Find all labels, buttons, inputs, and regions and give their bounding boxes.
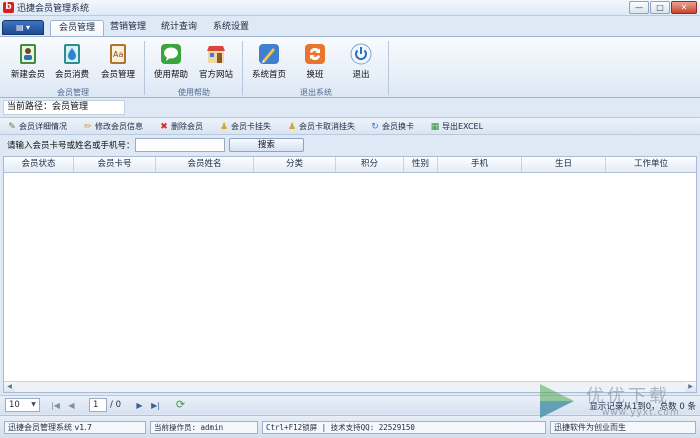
delete-icon: ✖ (160, 121, 168, 132)
member-manage-icon: Aa (110, 44, 126, 64)
maximize-button[interactable]: □ (650, 1, 670, 14)
new-member-button[interactable]: 新建会员 (8, 40, 48, 86)
tab-settings[interactable]: 系统设置 (209, 20, 253, 36)
column-header-company[interactable]: 工作单位 (606, 157, 696, 172)
cancel-card-lost-button[interactable]: ♟ 会员卡取消挂失 (287, 120, 355, 133)
status-hotkey: Ctrl+F12锁屏 | 技术支持QQ: 22529150 (262, 421, 546, 434)
export-excel-button[interactable]: ▦ 导出EXCEL (430, 120, 483, 133)
report-card-lost-button[interactable]: ♟ 会员卡挂失 (219, 120, 271, 133)
user-lock-icon: ♟ (219, 121, 229, 132)
column-header-name[interactable]: 会员姓名 (156, 157, 254, 172)
edit-member-button[interactable]: ✏ 修改会员信息 (83, 120, 143, 133)
last-page-icon[interactable]: ▶| (150, 400, 161, 411)
next-page-icon[interactable]: ▶ (134, 400, 145, 411)
path-bar: 当前路径：会员管理 (0, 99, 700, 116)
page-size-select[interactable]: 10 ▼ (5, 398, 40, 412)
member-manage-button[interactable]: Aa 会员管理 (98, 40, 138, 86)
column-header-card-no[interactable]: 会员卡号 (74, 157, 156, 172)
status-version: 迅捷会员管理系统 v1.7 (4, 421, 146, 434)
system-home-button[interactable]: 系统首页 (249, 40, 289, 86)
group-label-member: 会员管理 (57, 88, 89, 97)
app-window: b 迅捷会员管理系统 — □ ✕ ▤ ▾ 会员管理 营销管理 统计查询 系统设置… (0, 0, 700, 438)
refresh-icon[interactable]: ⟳ (174, 398, 187, 411)
grid-header: 会员状态 会员卡号 会员姓名 分类 积分 性别 手机 生日 工作单位 (4, 157, 696, 173)
group-separator (144, 41, 145, 95)
website-icon (207, 46, 225, 63)
chevron-down-icon: ▼ (31, 401, 36, 408)
member-toolbar: ✎ 会员详细情况 ✏ 修改会员信息 ✖ 删除会员 ♟ 会员卡挂失 ♟ 会员卡取消… (0, 117, 700, 135)
exit-button[interactable]: 退出 (341, 40, 381, 86)
wrench-icon: ✎ (8, 121, 16, 132)
first-page-icon[interactable]: |◀ (50, 400, 61, 411)
page-number-input[interactable]: 1 (89, 398, 107, 412)
title-bar: b 迅捷会员管理系统 — □ ✕ (0, 0, 700, 16)
pencil-icon: ✏ (84, 121, 92, 132)
member-details-button[interactable]: ✎ 会员详细情况 (7, 120, 67, 133)
group-separator (388, 41, 389, 95)
home-icon (259, 44, 279, 64)
window-title: 迅捷会员管理系统 (17, 4, 90, 14)
search-input[interactable] (135, 138, 225, 152)
pager-bar: 10 ▼ |◀ ◀ 1 / 0 ▶ ▶| ⟳ 显示记录从1到0，总数 0 条 (0, 395, 700, 414)
swap-card-icon: ↻ (371, 121, 379, 132)
change-card-button[interactable]: ↻ 会员换卡 (370, 120, 414, 133)
search-row: 请输入会员卡号或姓名或手机号： 搜索 (0, 136, 700, 155)
ribbon-tab-strip: ▤ ▾ 会员管理 营销管理 统计查询 系统设置 (0, 17, 700, 36)
tab-marketing[interactable]: 营销管理 (106, 20, 150, 36)
column-header-phone[interactable]: 手机 (438, 157, 522, 172)
group-label-help: 使用帮助 (178, 88, 210, 97)
help-button[interactable]: 使用帮助 (151, 40, 191, 86)
tab-member-management[interactable]: 会员管理 (50, 20, 104, 36)
scroll-right-icon[interactable]: ▶ (685, 382, 696, 392)
ribbon-panel: 新建会员 会员消费 Aa 会员管理 会员管理 使用帮助 官方网站 使用帮助 系统… (0, 36, 700, 98)
delete-member-button[interactable]: ✖ 删除会员 (159, 120, 203, 133)
scroll-left-icon[interactable]: ◀ (4, 382, 15, 392)
group-label-exit: 退出系统 (300, 88, 332, 97)
horizontal-scrollbar[interactable]: ◀ ▶ (4, 381, 696, 392)
record-info: 显示记录从1到0，总数 0 条 (589, 402, 696, 412)
column-header-points[interactable]: 积分 (336, 157, 404, 172)
current-path: 当前路径：会员管理 (3, 100, 125, 115)
close-button[interactable]: ✕ (671, 1, 697, 14)
member-consume-icon (64, 44, 80, 64)
window-controls: — □ ✕ (629, 1, 697, 14)
search-label: 请输入会员卡号或姓名或手机号： (7, 141, 135, 151)
shift-change-button[interactable]: 换班 (295, 40, 335, 86)
status-slogan: 迅捷软件为创业而生 (550, 421, 696, 434)
app-menu-button[interactable]: ▤ ▾ (2, 20, 44, 35)
column-header-status[interactable]: 会员状态 (4, 157, 74, 172)
member-grid[interactable]: 会员状态 会员卡号 会员姓名 分类 积分 性别 手机 生日 工作单位 ◀ ▶ (3, 156, 697, 393)
column-header-gender[interactable]: 性别 (404, 157, 438, 172)
svg-text:Aa: Aa (113, 50, 123, 59)
app-logo: b (3, 2, 14, 13)
shift-icon (305, 44, 325, 64)
status-bar: 迅捷会员管理系统 v1.7 当前操作员: admin Ctrl+F12锁屏 | … (0, 415, 700, 438)
group-separator (242, 41, 243, 95)
help-icon (161, 44, 181, 64)
tab-statistics[interactable]: 统计查询 (157, 20, 201, 36)
status-operator: 当前操作员: admin (150, 421, 258, 434)
prev-page-icon[interactable]: ◀ (66, 400, 77, 411)
page-total: / 0 (110, 400, 121, 410)
excel-icon: ▦ (430, 121, 440, 132)
minimize-button[interactable]: — (629, 1, 649, 14)
search-button[interactable]: 搜索 (229, 138, 304, 152)
new-member-icon (20, 44, 36, 64)
user-unlock-icon: ♟ (287, 121, 297, 132)
column-header-category[interactable]: 分类 (254, 157, 336, 172)
power-icon (350, 43, 372, 65)
column-header-birthday[interactable]: 生日 (522, 157, 606, 172)
member-consume-button[interactable]: 会员消费 (52, 40, 92, 86)
official-website-button[interactable]: 官方网站 (196, 40, 236, 86)
